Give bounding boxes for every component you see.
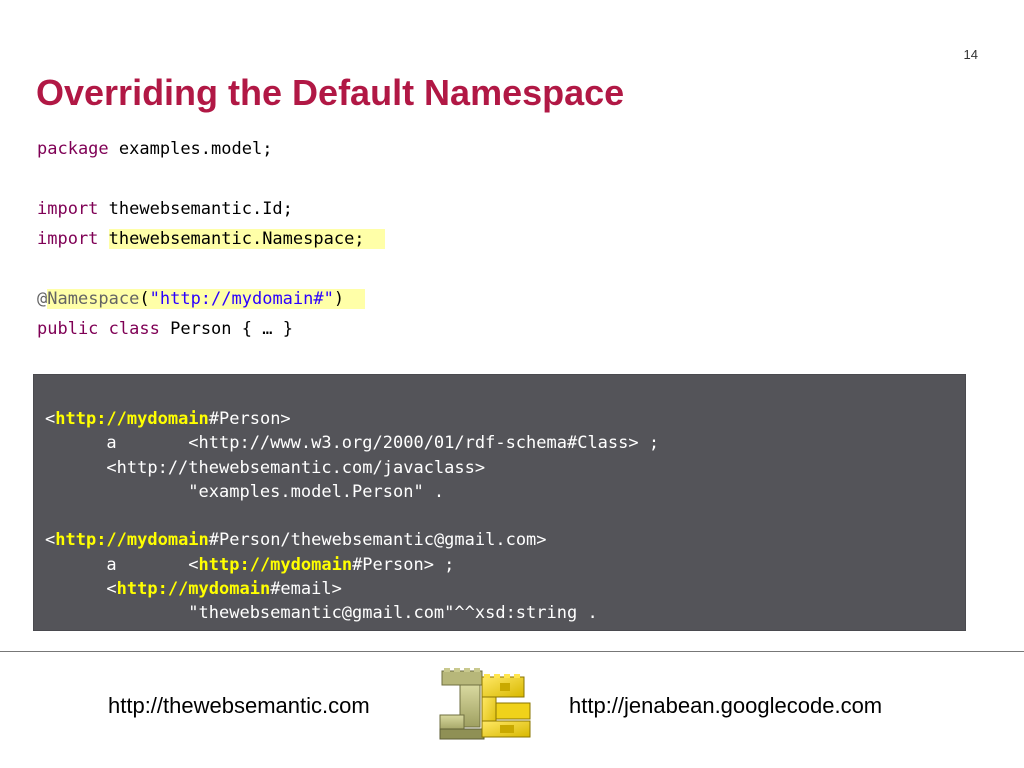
- code-line-package: package examples.model;: [37, 134, 637, 164]
- rdf-line: "thewebsemantic@gmail.com"^^xsd:string .: [45, 603, 598, 624]
- import-namespace: thewebsemantic.Namespace;: [108, 229, 365, 249]
- annotation-open-paren: (: [139, 289, 150, 309]
- rdf-line: a <http://www.w3.org/2000/01/rdf-schema#…: [45, 433, 660, 454]
- rdf-namespace-highlight: http://mydomain: [55, 409, 209, 429]
- java-code-block: package examples.model; import thewebsem…: [37, 134, 637, 344]
- rdf-prefix: a <: [45, 554, 199, 575]
- keyword-public: public: [37, 319, 99, 339]
- code-line-import-namespace: import thewebsemantic.Namespace;: [37, 224, 637, 254]
- annotation-name: Namespace: [47, 289, 140, 309]
- slide: 14 Overriding the Default Namespace pack…: [0, 0, 1024, 768]
- code-line-annotation: @Namespace("http://mydomain#"): [37, 284, 637, 314]
- keyword-package: package: [37, 139, 109, 159]
- annotation-close-paren: ): [333, 289, 345, 309]
- rdf-bracket: <: [45, 530, 56, 551]
- rdf-text: <http://mydomain#Person> a <http://www.w…: [45, 407, 659, 626]
- rdf-line: a <http://mydomain#Person> ;: [45, 553, 659, 577]
- class-declaration: Person { … }: [170, 319, 293, 339]
- annotation-highlighted: Namespace("http://mydomain#"): [47, 289, 365, 309]
- annotation-value: "http://mydomain#": [149, 289, 334, 309]
- keyword-import: import: [37, 199, 99, 219]
- keyword-import: import: [37, 229, 99, 249]
- rdf-gap: [45, 504, 659, 528]
- slide-title: Overriding the Default Namespace: [36, 72, 625, 113]
- code-line-import-id: import thewebsemantic.Id;: [37, 194, 637, 224]
- code-gap: [37, 164, 637, 194]
- page-number: 14: [963, 47, 978, 62]
- rdf-namespace-highlight: http://mydomain: [55, 530, 209, 551]
- rdf-fragment: #Person>: [208, 409, 291, 429]
- rdf-prefix: <: [45, 579, 117, 600]
- rdf-line: <http://thewebsemantic.com/javaclass>: [45, 457, 486, 478]
- import-namespace-highlighted: thewebsemantic.Namespace;: [108, 229, 386, 249]
- footer-link-thewebsemantic[interactable]: http://thewebsemantic.com: [108, 693, 370, 719]
- rdf-line: <http://mydomain#email>: [45, 577, 659, 601]
- annotation-at: @: [37, 289, 48, 309]
- rdf-line: <http://mydomain#Person>: [45, 407, 659, 431]
- package-name: examples.model;: [118, 139, 273, 159]
- rdf-bracket: <: [45, 409, 56, 429]
- rdf-fragment: #Person> ;: [352, 554, 455, 575]
- code-line-class: public class Person { … }: [37, 314, 637, 344]
- code-gap: [37, 254, 637, 284]
- rdf-line: <http://mydomain#Person/thewebsemantic@g…: [45, 528, 659, 552]
- rdf-line: "examples.model.Person" .: [45, 481, 445, 502]
- import-id: thewebsemantic.Id;: [108, 199, 293, 219]
- rdf-fragment: #Person/thewebsemantic@gmail.com>: [208, 530, 547, 551]
- rdf-fragment: #email>: [270, 579, 342, 600]
- footer-divider: [0, 651, 1024, 652]
- rdf-output-panel: <http://mydomain#Person> a <http://www.w…: [34, 375, 965, 630]
- rdf-namespace-highlight: http://mydomain: [116, 579, 271, 600]
- keyword-class: class: [108, 319, 160, 339]
- rdf-namespace-highlight: http://mydomain: [198, 554, 353, 575]
- jb-logo-icon: [439, 668, 531, 740]
- footer-link-jenabean[interactable]: http://jenabean.googlecode.com: [569, 693, 882, 719]
